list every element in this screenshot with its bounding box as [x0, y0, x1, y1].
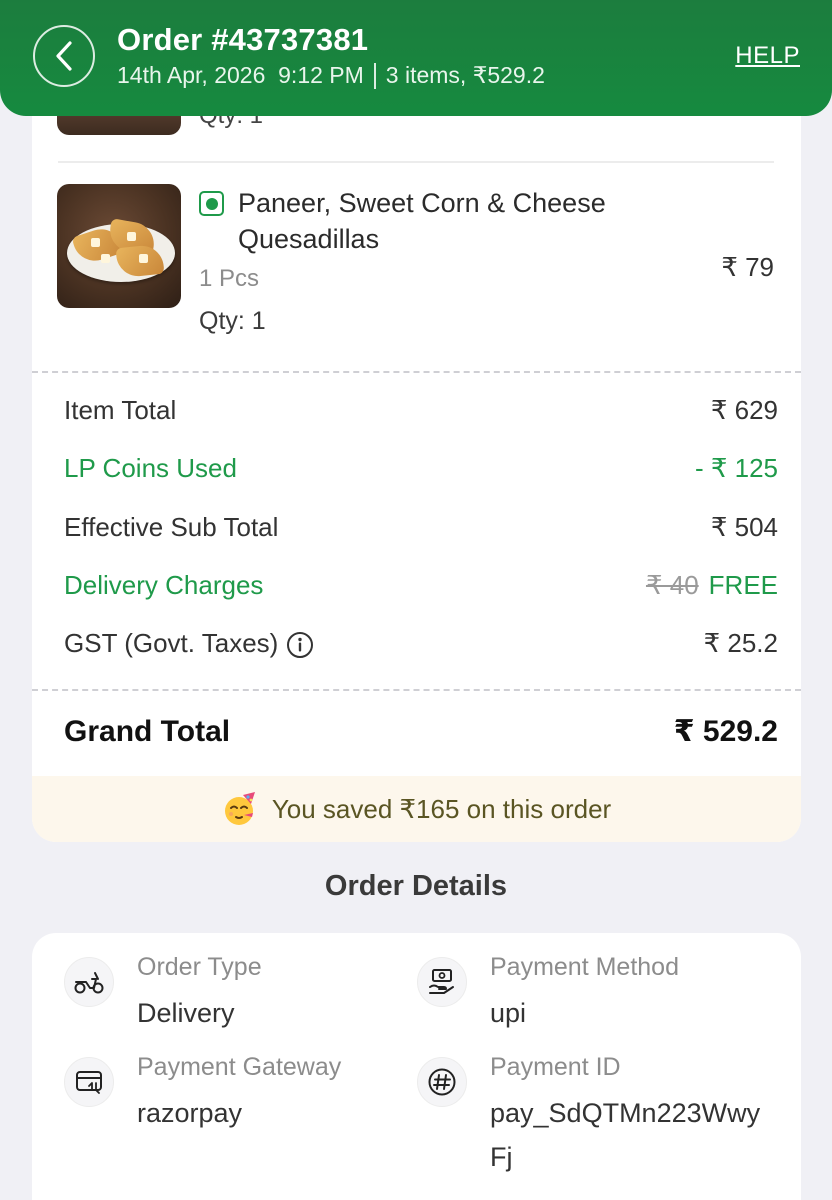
delivery-row: Delivery Charges ₹ 40 FREE	[64, 570, 778, 601]
party-face-icon	[224, 792, 255, 825]
lp-coins-row: LP Coins Used - ₹ 125	[64, 453, 778, 484]
gst-label-group: GST (Govt. Taxes)	[64, 628, 314, 659]
payment-id-value: pay_SdQTMn223WwyFj	[490, 1098, 761, 1172]
sub-total-value: ₹ 504	[710, 512, 778, 542]
item-total-value: ₹ 629	[710, 395, 778, 425]
item-divider	[58, 161, 774, 163]
order-details-card: Order Type Delivery Payment Method upi P…	[32, 933, 801, 1200]
gst-label: GST (Govt. Taxes)	[64, 628, 279, 658]
item-price: ₹ 79	[721, 252, 774, 282]
delivery-original-price: ₹ 40	[645, 570, 699, 600]
scooter-icon	[64, 957, 114, 1007]
order-details-title: Order Details	[324, 870, 508, 902]
lp-coins-value: - ₹ 125	[694, 453, 778, 483]
gst-value: ₹ 25.2	[703, 628, 778, 659]
item-unit: 1 Pcs	[199, 265, 260, 292]
order-type-value: Delivery	[137, 998, 235, 1028]
chevron-left-icon	[56, 41, 72, 71]
lp-coins-label: LP Coins Used	[64, 453, 237, 483]
bill-divider-top	[32, 371, 801, 373]
savings-text: You saved ₹165 on this order	[271, 793, 612, 824]
order-header: Order #43737381 14th Apr, 2026 9:12 PM 3…	[0, 0, 832, 116]
delivery-label: Delivery Charges	[64, 570, 264, 600]
hash-icon	[417, 1057, 467, 1107]
payment-method-label: Payment Method	[490, 953, 679, 981]
bill-divider-bottom	[32, 689, 801, 691]
item-thumbnail	[57, 184, 181, 308]
payment-id-label: Payment ID	[490, 1053, 621, 1081]
order-summary: 3 items, ₹529.2	[385, 62, 545, 88]
item-total-label: Item Total	[64, 395, 177, 425]
grand-total-label: Grand Total	[64, 714, 231, 748]
item-name: Paneer, Sweet Corn & Cheese Quesadillas	[238, 188, 606, 254]
item-qty: Qty: 1	[199, 307, 266, 335]
veg-indicator-icon	[199, 191, 224, 216]
cash-hand-icon	[417, 957, 467, 1007]
payment-gateway-label: Payment Gateway	[137, 1053, 342, 1081]
savings-banner: You saved ₹165 on this order	[32, 776, 801, 842]
order-type-label: Order Type	[137, 953, 262, 981]
delivery-value-group: ₹ 40 FREE	[646, 570, 778, 601]
gst-row: GST (Govt. Taxes) ₹ 25.2	[64, 628, 778, 659]
order-title: Order #43737381	[117, 22, 369, 57]
sub-total-row: Effective Sub Total ₹ 504	[64, 512, 778, 543]
order-subtitle: 14th Apr, 2026 9:12 PM 3 items, ₹529.2	[117, 62, 545, 89]
payment-method-value: upi	[490, 998, 527, 1028]
back-button[interactable]	[33, 25, 95, 87]
card-transfer-icon	[64, 1057, 114, 1107]
bill-card: Qty: 1 Paneer, Sweet Corn & Cheese Quesa…	[32, 60, 801, 842]
info-icon[interactable]	[286, 631, 314, 659]
delivery-value: FREE	[708, 570, 778, 600]
payment-gateway-value: razorpay	[137, 1098, 243, 1128]
help-link[interactable]: HELP	[735, 42, 800, 70]
order-datetime: 14th Apr, 2026 9:12 PM	[117, 62, 364, 88]
grand-total-value: ₹ 529.2	[673, 715, 778, 748]
subtitle-divider	[373, 62, 376, 89]
grand-total-row: Grand Total ₹ 529.2	[64, 714, 778, 749]
item-total-row: Item Total ₹ 629	[64, 395, 778, 426]
sub-total-label: Effective Sub Total	[64, 512, 279, 542]
